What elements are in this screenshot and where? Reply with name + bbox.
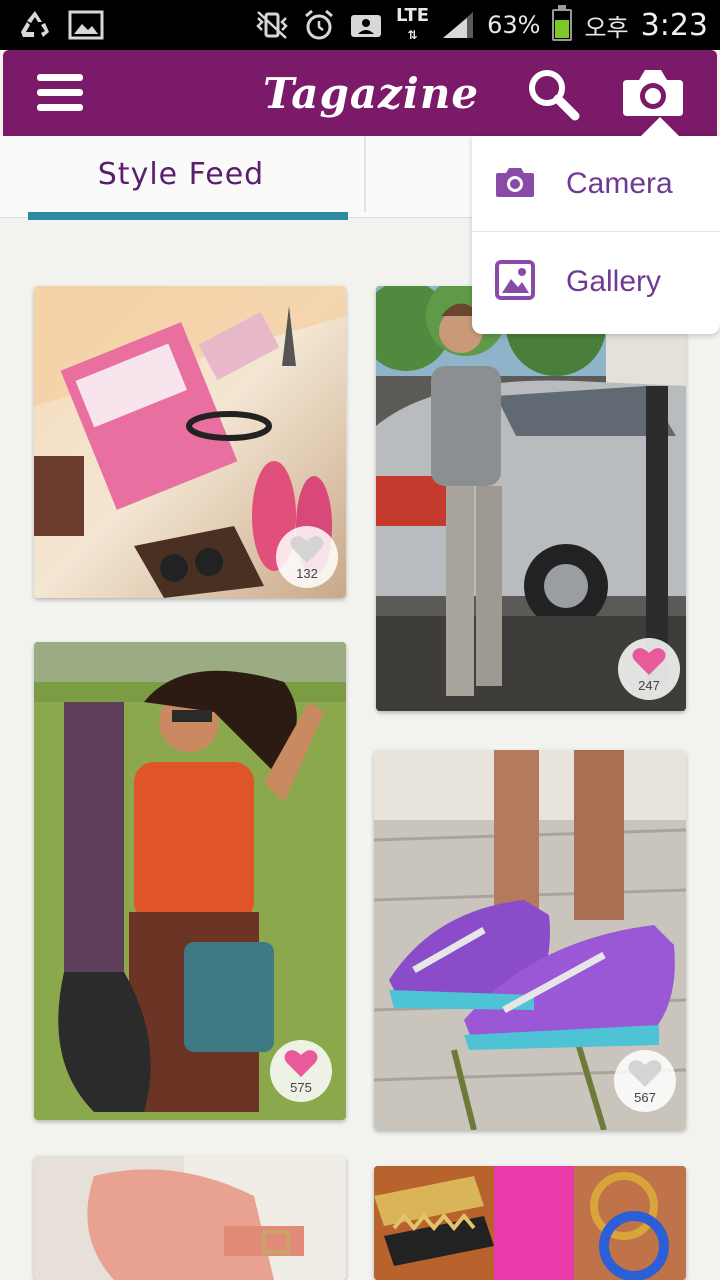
like-button[interactable]: 132 — [276, 526, 338, 588]
feed-card[interactable]: 575 — [34, 642, 346, 1120]
like-count: 132 — [296, 565, 318, 581]
feed-card[interactable]: 132 — [34, 286, 346, 598]
feed-card[interactable]: 567 — [374, 750, 686, 1130]
hamburger-menu-button[interactable] — [37, 74, 83, 114]
image-notification-icon — [68, 10, 104, 40]
menu-bar-line — [37, 74, 83, 81]
heart-icon — [290, 535, 324, 563]
camera-icon — [494, 165, 536, 203]
search-button[interactable] — [523, 64, 585, 124]
menu-item-camera[interactable]: Camera — [472, 136, 720, 232]
like-button[interactable]: 575 — [270, 1040, 332, 1102]
app-logo: Tagazine — [263, 69, 480, 118]
gallery-icon — [494, 259, 536, 305]
battery-fill — [555, 20, 570, 38]
photo-source-menu: Camera Gallery — [472, 136, 720, 334]
status-notifications — [16, 8, 104, 42]
status-bar: LTE ⇅ 63% 오후 3:23 — [0, 0, 720, 50]
feed-photo — [34, 1156, 346, 1280]
tab-selected-indicator — [28, 212, 348, 220]
feed-card[interactable] — [374, 1166, 686, 1280]
time-ampm: 오후 — [584, 13, 629, 42]
battery-percent: 63% — [487, 11, 541, 39]
menu-bar-line — [37, 104, 83, 111]
vibrate-mute-icon — [254, 10, 290, 40]
app-bar: Tagazine — [3, 50, 717, 136]
feed-photo — [374, 1166, 686, 1280]
status-system: LTE ⇅ 63% 오후 3:23 — [254, 0, 708, 50]
camera-icon — [623, 70, 683, 116]
alarm-icon — [302, 8, 336, 42]
heart-icon — [632, 647, 666, 675]
popup-arrow — [640, 117, 680, 137]
menu-bar-line — [37, 89, 83, 96]
network-type: LTE ⇅ — [396, 4, 430, 44]
tab-label: Style Feed — [97, 156, 265, 192]
battery-icon — [552, 5, 573, 41]
heart-icon — [284, 1049, 318, 1077]
contact-card-icon — [348, 10, 384, 40]
recycle-icon — [16, 8, 54, 42]
network-type-label: LTE — [396, 4, 430, 26]
menu-item-label: Gallery — [566, 265, 662, 298]
like-button[interactable]: 247 — [618, 638, 680, 700]
clock-time: 3:23 — [640, 7, 708, 43]
like-count: 575 — [290, 1079, 312, 1095]
like-button[interactable]: 567 — [614, 1050, 676, 1112]
feed-card[interactable] — [34, 1156, 346, 1280]
menu-item-gallery[interactable]: Gallery — [472, 234, 720, 330]
data-arrows-icon: ⇅ — [407, 27, 418, 42]
signal-icon — [441, 10, 475, 40]
heart-icon — [628, 1059, 662, 1087]
like-count: 247 — [638, 677, 660, 693]
like-count: 567 — [634, 1089, 656, 1105]
menu-item-label: Camera — [566, 166, 673, 200]
feed-card[interactable]: 247 — [376, 286, 686, 711]
camera-button[interactable] — [617, 64, 689, 124]
tab-style-feed[interactable]: Style Feed — [0, 136, 362, 212]
search-icon — [529, 70, 580, 121]
